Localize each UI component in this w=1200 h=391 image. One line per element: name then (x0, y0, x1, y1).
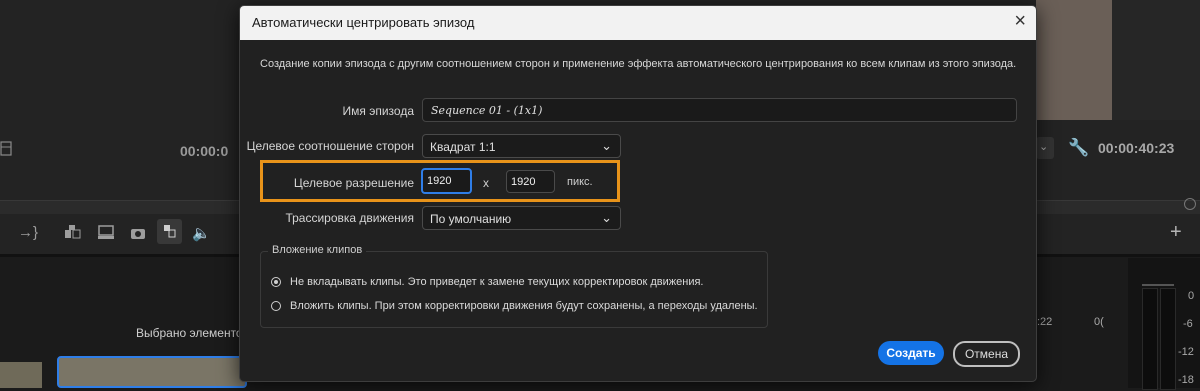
resolution-label: Целевое разрешение (293, 176, 414, 190)
zoom-handle[interactable] (1184, 198, 1196, 210)
video-preview-right (1112, 0, 1200, 120)
create-button[interactable]: Создать (878, 341, 944, 365)
overwrite-icon[interactable] (64, 224, 82, 245)
chevron-down-icon: ⌄ (601, 210, 612, 225)
resolution-height-input[interactable]: 1920 (506, 170, 555, 193)
insert-icon[interactable]: →} (18, 224, 38, 241)
ruler-mark: 0( (1094, 316, 1104, 328)
program-timecode: 00:00:40:23 (1098, 140, 1175, 156)
motion-tracking-value: По умолчанию (430, 212, 512, 226)
clip-thumbnail[interactable] (0, 362, 42, 388)
meter-label: -6 (1183, 318, 1193, 330)
plus-icon[interactable]: + (1170, 221, 1182, 244)
aspect-ratio-value: Квадрат 1:1 (430, 140, 496, 154)
ruler-mark: :22 (1037, 316, 1053, 328)
meter-label: -12 (1178, 346, 1194, 358)
chevron-down-icon: ⌄ (1039, 141, 1049, 153)
chevron-down-icon: ⌄ (601, 138, 612, 153)
auto-reframe-dialog: Автоматически центрировать эпизод × Созд… (239, 5, 1037, 382)
zoom-dropdown[interactable]: ⌄ (1036, 137, 1054, 159)
meter-peak (1142, 284, 1174, 286)
radio-nest-label[interactable]: Вложить клипы. При этом корректировки дв… (290, 300, 758, 312)
camera-icon[interactable] (130, 226, 146, 245)
dialog-description: Создание копии эпизода с другим соотноше… (260, 58, 1017, 70)
export-frame-icon[interactable] (97, 224, 115, 245)
resolution-width-input[interactable]: 1920 (421, 168, 472, 194)
resolution-unit: пикс. (567, 176, 593, 188)
radio-dont-nest[interactable] (271, 277, 281, 287)
dialog-titlebar[interactable]: Автоматически центрировать эпизод × (240, 6, 1036, 40)
source-timecode: 00:00:0 (180, 143, 229, 159)
meter-label: -18 (1178, 374, 1194, 386)
wrench-icon[interactable]: 🔧 (1068, 138, 1089, 158)
clip-nesting-group (260, 251, 768, 328)
video-preview (1036, 0, 1112, 120)
resolution-separator: x (483, 176, 489, 190)
motion-tracking-select[interactable]: По умолчанию ⌄ (422, 206, 621, 230)
compare-view-button[interactable] (157, 219, 182, 244)
meter-label: 0 (1188, 290, 1195, 302)
aspect-ratio-label: Целевое соотношение сторон (246, 139, 414, 153)
motion-tracking-label: Трассировка движения (285, 211, 414, 225)
selected-items-label: Выбрано элементов (136, 326, 249, 340)
meter-left (1142, 288, 1158, 390)
sequence-name-input[interactable]: Sequence 01 - (1x1) (422, 98, 1017, 122)
cancel-button[interactable]: Отмена (953, 341, 1020, 367)
close-icon[interactable]: × (1014, 10, 1026, 33)
clip-thumbnail-selected[interactable] (57, 356, 247, 388)
audio-meters: 0 -6 -12 -18 (1128, 258, 1200, 390)
radio-nest[interactable] (271, 301, 281, 311)
clip-nesting-legend: Вложение клипов (268, 244, 367, 256)
speaker-icon[interactable]: 🔈 (192, 224, 211, 242)
radio-dont-nest-label[interactable]: Не вкладывать клипы. Это приведет к заме… (290, 276, 704, 288)
compare-icon (164, 225, 176, 238)
sequence-name-label: Имя эпизода (342, 104, 414, 118)
aspect-ratio-select[interactable]: Квадрат 1:1 ⌄ (422, 134, 621, 158)
meter-right (1160, 288, 1176, 390)
dialog-title: Автоматически центрировать эпизод (252, 15, 475, 30)
panel-menu-icon[interactable] (0, 140, 14, 163)
